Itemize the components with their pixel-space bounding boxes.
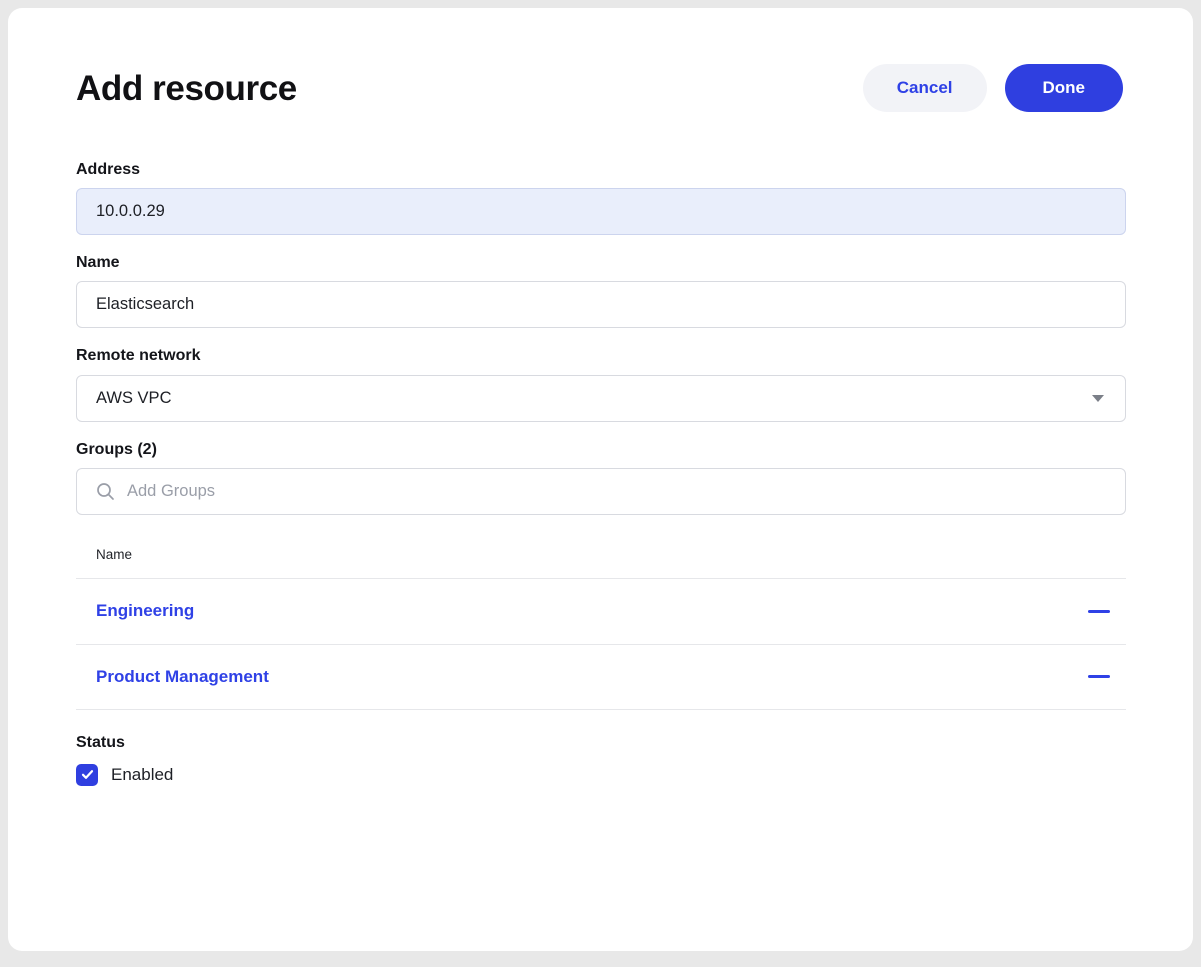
groups-table: Name Engineering Product Management — [76, 533, 1126, 710]
header-actions: Cancel Done — [863, 64, 1123, 112]
check-icon — [80, 767, 95, 782]
minus-icon[interactable] — [1086, 664, 1112, 690]
add-groups-search-input[interactable]: Add Groups — [76, 468, 1126, 515]
minus-icon[interactable] — [1086, 598, 1112, 624]
address-label: Address — [76, 160, 1125, 179]
groups-table-header-name: Name — [76, 533, 1126, 578]
status-section: Status Enabled — [76, 734, 1125, 786]
name-label: Name — [76, 253, 1125, 272]
remote-network-field-group: Remote network AWS VPC — [76, 346, 1125, 421]
chevron-down-icon — [1092, 395, 1104, 402]
groups-label: Groups (2) — [76, 440, 1125, 459]
remote-network-value: AWS VPC — [96, 389, 171, 408]
name-field-group: Name Elasticsearch — [76, 253, 1125, 328]
remote-network-label: Remote network — [76, 346, 1125, 365]
add-groups-placeholder: Add Groups — [127, 482, 215, 501]
groups-field-group: Groups (2) Add Groups — [76, 440, 1125, 515]
enabled-checkbox[interactable] — [76, 764, 98, 786]
table-row[interactable]: Engineering — [76, 578, 1126, 644]
page-background: Add resource Cancel Done Address 10.0.0.… — [0, 0, 1201, 967]
group-link-engineering[interactable]: Engineering — [96, 601, 194, 621]
resource-form: Address 10.0.0.29 Name Elasticsearch Rem… — [76, 160, 1125, 786]
page-title: Add resource — [76, 71, 297, 106]
card-header: Add resource Cancel Done — [76, 8, 1125, 112]
address-input[interactable]: 10.0.0.29 — [76, 188, 1126, 235]
enabled-label: Enabled — [111, 765, 173, 785]
remote-network-select[interactable]: AWS VPC — [76, 375, 1126, 422]
address-field-group: Address 10.0.0.29 — [76, 160, 1125, 235]
done-button[interactable]: Done — [1005, 64, 1124, 112]
minus-icon-bar — [1088, 675, 1110, 678]
group-link-product-management[interactable]: Product Management — [96, 667, 269, 687]
name-input[interactable]: Elasticsearch — [76, 281, 1126, 328]
minus-icon-bar — [1088, 610, 1110, 613]
table-row[interactable]: Product Management — [76, 644, 1126, 710]
status-label: Status — [76, 734, 1125, 752]
status-checkbox-row: Enabled — [76, 764, 1125, 786]
add-resource-card: Add resource Cancel Done Address 10.0.0.… — [8, 8, 1193, 951]
cancel-button[interactable]: Cancel — [863, 64, 987, 112]
search-icon — [96, 482, 115, 501]
